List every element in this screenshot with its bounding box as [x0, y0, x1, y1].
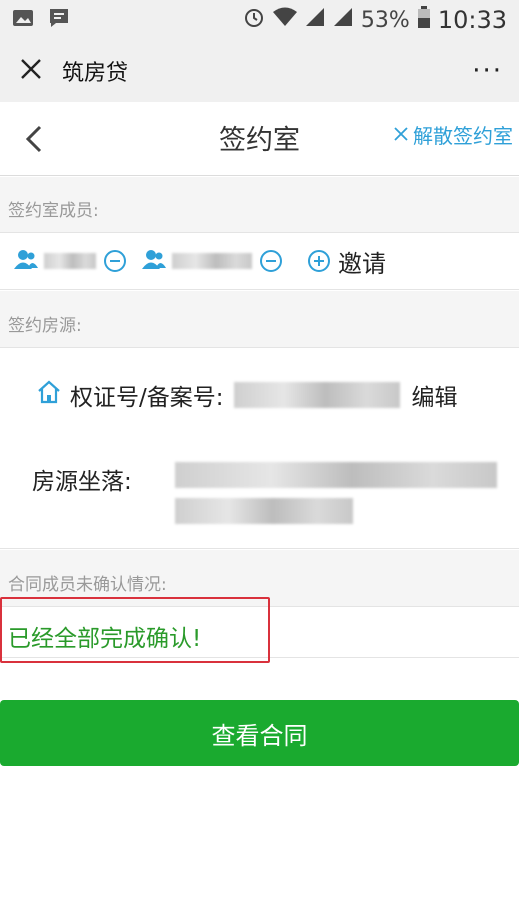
add-icon: [308, 250, 330, 272]
property-card: 权证号/备案号: 编辑 房源坐落:: [0, 347, 519, 549]
location-label: 房源坐落:: [32, 469, 132, 495]
member-name-redacted: [172, 253, 252, 269]
user-icon: [14, 248, 38, 274]
alarm-icon: [243, 6, 265, 34]
more-menu-icon[interactable]: ···: [472, 56, 503, 86]
confirm-section-label: 合同成员未确认情况:: [8, 575, 167, 595]
signal-icon-2: [333, 7, 353, 33]
invite-button[interactable]: 邀请: [308, 244, 386, 279]
view-contract-button[interactable]: 查看合同: [0, 700, 519, 766]
members-row: 邀请: [0, 232, 519, 290]
remove-member-icon[interactable]: [104, 250, 126, 272]
highlight-frame: [0, 597, 270, 663]
page-nav: 签约室 解散签约室: [0, 102, 519, 176]
property-section-label: 签约房源:: [8, 316, 82, 336]
close-icon: [393, 123, 409, 147]
battery-icon: [417, 6, 430, 34]
member-chip: [142, 248, 282, 274]
close-icon[interactable]: [16, 57, 46, 85]
remove-member-icon[interactable]: [260, 250, 282, 272]
battery-percent: 53%: [360, 7, 410, 33]
members-section-label: 签约室成员:: [8, 201, 99, 221]
cert-row: 权证号/备案号: 编辑: [36, 378, 458, 412]
cert-number-redacted: [233, 382, 400, 408]
dismiss-room-label: 解散签约室: [413, 124, 513, 148]
signal-icon: [305, 7, 325, 33]
wifi-icon: [272, 7, 297, 33]
message-notification-icon: [48, 7, 70, 33]
wechat-header: 筑房贷 ···: [0, 40, 519, 102]
member-name-redacted: [44, 253, 96, 269]
edit-button[interactable]: 编辑: [412, 378, 458, 412]
dismiss-room-button[interactable]: 解散签约室: [393, 120, 513, 149]
image-notification-icon: [12, 8, 34, 32]
cert-label: 权证号/备案号:: [70, 385, 224, 411]
invite-label: 邀请: [338, 249, 386, 278]
user-icon: [142, 248, 166, 274]
app-title: 筑房贷: [62, 61, 129, 86]
status-bar: 53% 10:33: [0, 0, 519, 40]
home-icon: [36, 380, 62, 410]
location-value-redacted: [175, 462, 497, 534]
clock: 10:33: [437, 6, 507, 34]
member-chip: [14, 248, 126, 274]
